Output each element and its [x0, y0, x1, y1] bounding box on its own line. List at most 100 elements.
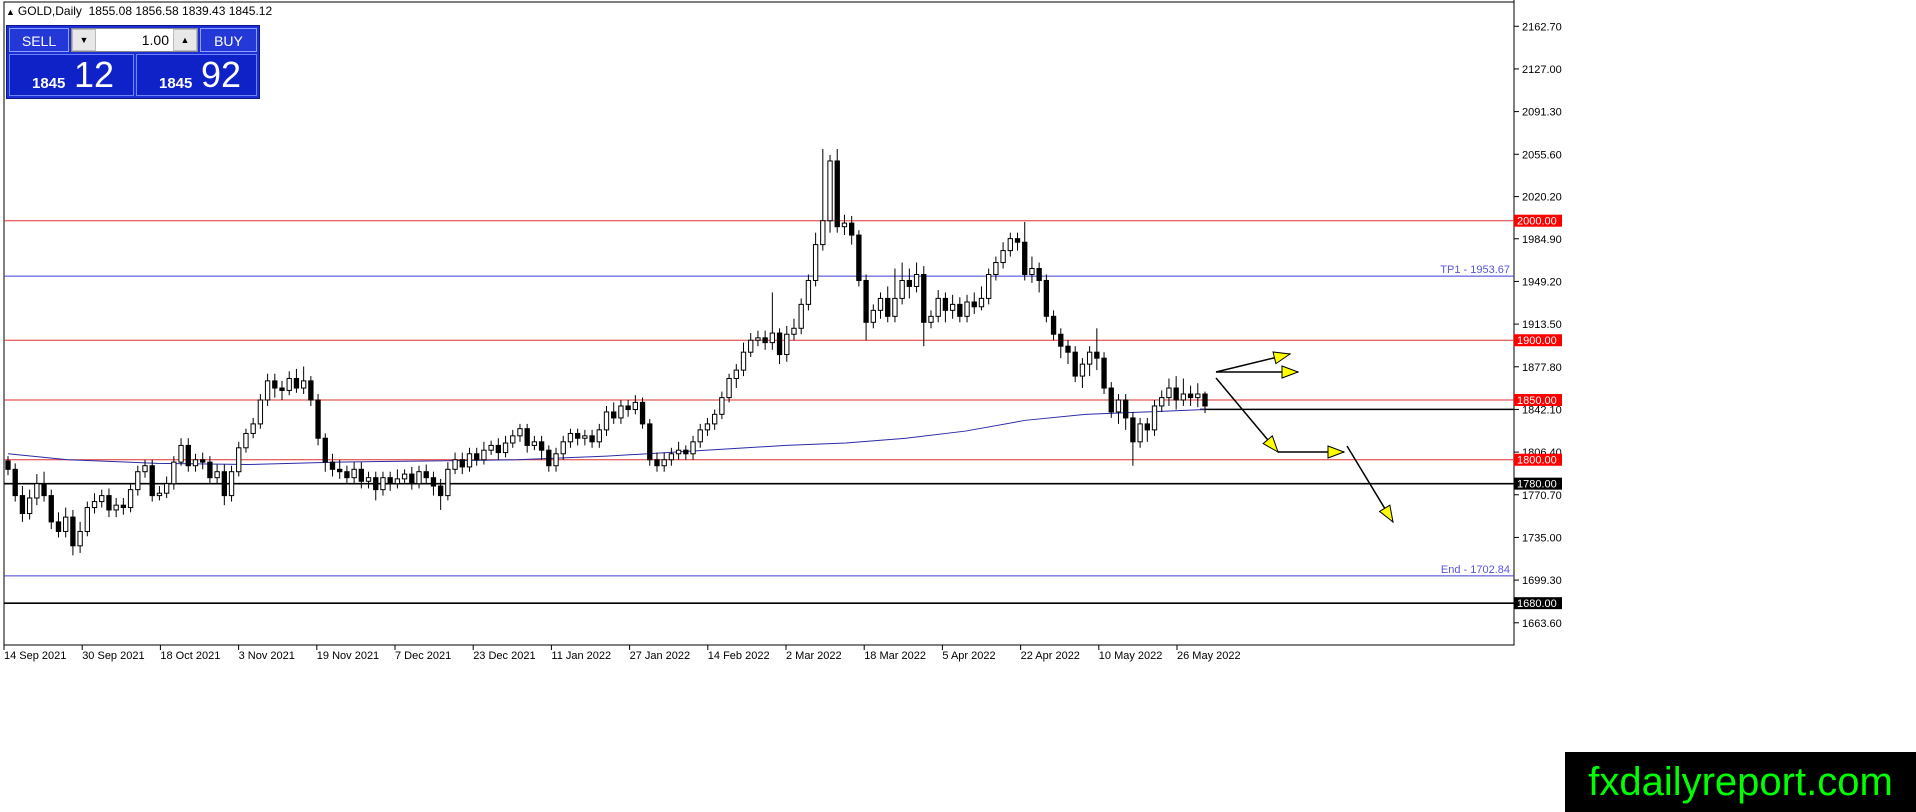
candle-body[interactable] [776, 332, 783, 356]
candle-body[interactable] [26, 497, 33, 515]
candle-body[interactable] [337, 468, 343, 473]
candle-body[interactable] [373, 477, 379, 491]
candle-body[interactable] [740, 351, 747, 371]
candle-body[interactable] [978, 297, 985, 308]
candle-body[interactable] [41, 483, 47, 497]
candle-body[interactable] [48, 495, 54, 523]
candle-body[interactable] [423, 471, 429, 479]
candle-body[interactable] [416, 471, 422, 485]
sell-price[interactable]: 1845 12 [9, 54, 134, 96]
candle-body[interactable] [704, 423, 711, 431]
candle-body[interactable] [409, 473, 415, 485]
candle-body[interactable] [654, 459, 660, 467]
candle-body[interactable] [495, 444, 502, 454]
candle-body[interactable] [279, 387, 285, 391]
buy-button[interactable]: BUY [200, 28, 257, 52]
candle-body[interactable] [1079, 363, 1086, 377]
candle-body[interactable] [77, 530, 83, 547]
candle-body[interactable] [293, 377, 300, 389]
candle-body[interactable] [178, 444, 184, 463]
candle-body[interactable] [488, 444, 494, 451]
candle-body[interactable] [452, 459, 458, 470]
candle-body[interactable] [106, 495, 112, 511]
candle-body[interactable] [906, 279, 913, 287]
collapse-triangle-icon[interactable]: ▲ [6, 7, 15, 17]
candle-body[interactable] [863, 279, 869, 323]
candle-body[interactable] [1166, 387, 1172, 399]
candle-body[interactable] [430, 477, 437, 487]
candle-body[interactable] [812, 244, 819, 281]
candle-body[interactable] [647, 423, 653, 461]
candle-body[interactable] [841, 222, 848, 228]
candle-body[interactable] [135, 471, 141, 491]
candle-body[interactable] [733, 369, 739, 379]
candle-body[interactable] [1014, 238, 1021, 243]
candle-body[interactable] [1173, 387, 1179, 401]
candle-body[interactable] [928, 315, 934, 323]
candle-body[interactable] [567, 432, 574, 443]
candle-body[interactable] [690, 441, 696, 455]
candle-body[interactable] [697, 429, 703, 443]
candle-body[interactable] [971, 301, 977, 308]
candle-body[interactable] [1000, 250, 1006, 264]
candle-body[interactable] [1007, 238, 1013, 252]
candle-body[interactable] [625, 405, 631, 411]
candle-body[interactable] [986, 273, 992, 299]
candle-body[interactable] [120, 504, 127, 509]
candle-body[interactable] [827, 160, 833, 222]
candle-body[interactable] [84, 507, 90, 532]
candle-body[interactable] [1050, 315, 1057, 335]
candle-body[interactable] [711, 413, 718, 425]
candle-body[interactable] [668, 453, 675, 461]
candle-body[interactable] [849, 222, 855, 236]
candle-body[interactable] [394, 478, 401, 485]
candle-body[interactable] [719, 397, 725, 415]
lot-size-input[interactable]: 1.00 [98, 29, 171, 51]
candle-body[interactable] [221, 471, 227, 497]
candle-body[interactable] [639, 401, 646, 425]
candle-body[interactable] [5, 460, 11, 470]
candle-body[interactable] [1115, 399, 1122, 413]
candle-body[interactable] [192, 459, 199, 467]
candle-body[interactable] [517, 428, 523, 437]
candle-body[interactable] [1202, 393, 1208, 407]
candle-body[interactable] [387, 477, 393, 485]
candle-body[interactable] [300, 380, 307, 389]
candle-body[interactable] [445, 468, 451, 497]
candle-body[interactable] [99, 495, 105, 503]
candle-body[interactable] [582, 435, 588, 439]
candle-body[interactable] [611, 411, 617, 419]
candle-body[interactable] [1072, 351, 1078, 377]
candle-body[interactable] [1065, 345, 1071, 353]
candle-body[interactable] [322, 437, 328, 463]
candle-body[interactable] [344, 471, 350, 479]
candle-body[interactable] [762, 337, 768, 344]
candle-body[interactable] [870, 309, 876, 323]
candle-body[interactable] [250, 423, 256, 434]
candle-body[interactable] [474, 453, 480, 461]
candle-body[interactable] [531, 441, 538, 446]
lot-size-stepper[interactable]: ▼ 1.00 ▲ [71, 28, 198, 52]
candle-body[interactable] [921, 273, 927, 323]
candle-body[interactable] [34, 483, 40, 499]
candle-body[interactable] [913, 273, 920, 287]
lot-increase-icon[interactable]: ▲ [173, 29, 197, 51]
candle-body[interactable] [315, 399, 321, 439]
candle-body[interactable] [1094, 351, 1100, 359]
candle-body[interactable] [1108, 387, 1114, 413]
candle-body[interactable] [856, 234, 862, 281]
candle-body[interactable] [1144, 423, 1150, 431]
candle-body[interactable] [466, 453, 473, 468]
candle-body[interactable] [351, 468, 357, 479]
candle-body[interactable] [63, 516, 69, 532]
candle-body[interactable] [1159, 397, 1165, 407]
candle-body[interactable] [892, 297, 898, 317]
candle-body[interactable] [264, 380, 271, 401]
candle-body[interactable] [127, 489, 134, 509]
price-chart[interactable]: 2162.70 2127.00 2091.30 2055.60 2020.20 1984.… [0, 0, 1916, 812]
candle-body[interactable] [257, 399, 264, 425]
candle-body[interactable] [899, 279, 905, 299]
candle-body[interactable] [156, 492, 163, 497]
candle-body[interactable] [553, 453, 559, 467]
candle-body[interactable] [877, 297, 884, 311]
